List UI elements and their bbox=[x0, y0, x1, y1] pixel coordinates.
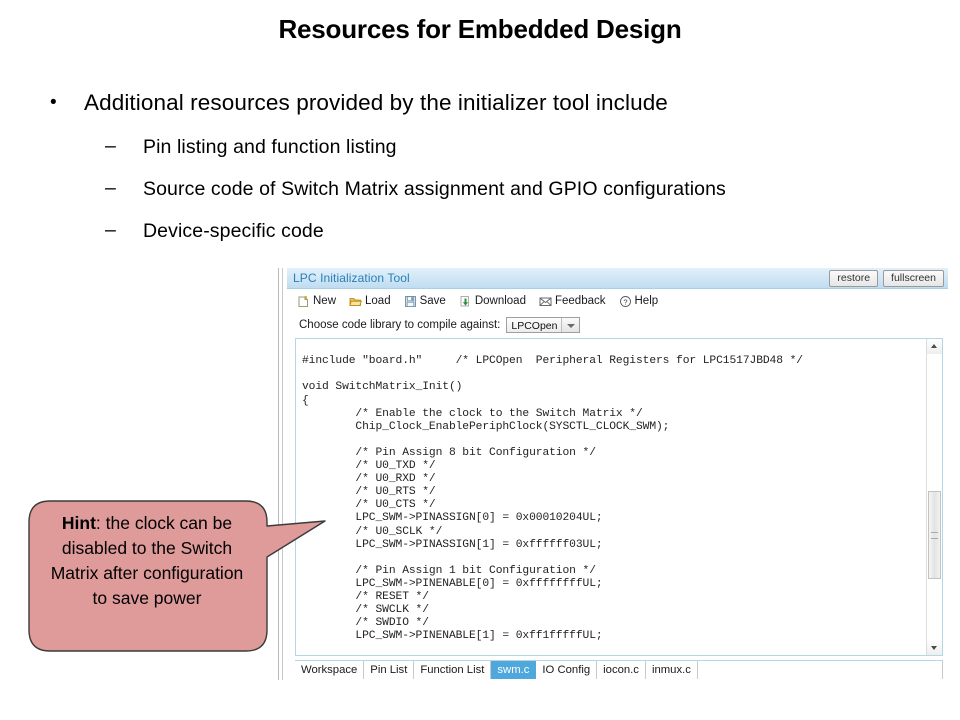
scroll-down-arrow-icon[interactable] bbox=[927, 640, 942, 655]
tab-pin-list[interactable]: Pin List bbox=[364, 661, 415, 679]
toolbar-save-button[interactable]: Save bbox=[404, 295, 446, 308]
tab-swm-c[interactable]: swm.c bbox=[491, 661, 537, 679]
tab-io-config[interactable]: IO Config bbox=[536, 661, 598, 679]
app-toolbar: New Load Save Download Feedback ? Help bbox=[287, 289, 948, 313]
window-titlebar: LPC Initialization Tool restore fullscre… bbox=[287, 268, 948, 289]
lpc-initialization-tool-window: LPC Initialization Tool restore fullscre… bbox=[278, 268, 948, 680]
tab-function-list[interactable]: Function List bbox=[414, 661, 492, 679]
bullet-text: Device-specific code bbox=[143, 220, 324, 242]
hint-callout: Hint: the clock can be disabled to the S… bbox=[28, 500, 328, 655]
bullet-item-level1: • Additional resources provided by the i… bbox=[40, 90, 920, 116]
bullet-item-level2: – Pin listing and function listing bbox=[40, 135, 920, 159]
tabbar-filler bbox=[697, 661, 943, 679]
envelope-icon bbox=[539, 295, 552, 308]
bullet-marker: – bbox=[105, 135, 116, 157]
toolbar-save-label: Save bbox=[419, 295, 446, 307]
bullet-list: • Additional resources provided by the i… bbox=[40, 90, 920, 261]
code-library-row: Choose code library to compile against: … bbox=[287, 313, 948, 337]
code-library-selected-value: LPCOpen bbox=[511, 320, 558, 332]
scrollbar-thumb[interactable] bbox=[928, 491, 941, 579]
code-library-select[interactable]: LPCOpen bbox=[506, 317, 581, 333]
bullet-item-level2: – Device-specific code bbox=[40, 219, 920, 243]
question-circle-icon: ? bbox=[619, 295, 632, 308]
generated-source-code: #include "board.h" /* LPCOpen Peripheral… bbox=[302, 355, 803, 643]
folder-open-icon bbox=[349, 295, 362, 308]
tab-inmux-c[interactable]: inmux.c bbox=[645, 661, 698, 679]
toolbar-download-button[interactable]: Download bbox=[459, 295, 526, 308]
toolbar-new-button[interactable]: New bbox=[297, 295, 336, 308]
toolbar-help-label: Help bbox=[634, 295, 659, 307]
toolbar-new-label: New bbox=[313, 295, 337, 307]
chevron-down-icon[interactable] bbox=[561, 318, 580, 332]
page-title: Resources for Embedded Design bbox=[278, 14, 682, 44]
window-title: LPC Initialization Tool bbox=[293, 271, 410, 285]
fullscreen-button[interactable]: fullscreen bbox=[883, 270, 944, 287]
svg-text:?: ? bbox=[623, 297, 627, 306]
tab-workspace[interactable]: Workspace bbox=[295, 661, 365, 679]
window-controls: restore fullscreen bbox=[829, 270, 944, 287]
toolbar-load-button[interactable]: Load bbox=[349, 295, 391, 308]
bullet-marker: – bbox=[105, 219, 116, 241]
bullet-text: Source code of Switch Matrix assignment … bbox=[143, 178, 726, 200]
editor-tabbar: Workspace Pin List Function List swm.c I… bbox=[295, 660, 943, 679]
toolbar-load-label: Load bbox=[365, 295, 391, 307]
floppy-disk-icon bbox=[404, 295, 417, 308]
download-arrow-icon bbox=[459, 295, 472, 308]
bullet-marker: – bbox=[105, 177, 116, 199]
toolbar-help-button[interactable]: ? Help bbox=[619, 295, 659, 308]
code-editor-panel[interactable]: #include "board.h" /* LPCOpen Peripheral… bbox=[295, 338, 943, 656]
code-vertical-scrollbar[interactable] bbox=[926, 339, 942, 655]
callout-lead: Hint bbox=[61, 513, 96, 533]
restore-button[interactable]: restore bbox=[829, 270, 879, 287]
tab-iocon-c[interactable]: iocon.c bbox=[597, 661, 646, 679]
scroll-up-arrow-icon[interactable] bbox=[927, 339, 942, 354]
bullet-item-level2: – Source code of Switch Matrix assignmen… bbox=[40, 177, 920, 201]
code-library-label: Choose code library to compile against: bbox=[299, 319, 501, 331]
bullet-text: Pin listing and function listing bbox=[143, 136, 397, 158]
toolbar-feedback-button[interactable]: Feedback bbox=[539, 295, 606, 308]
new-file-icon bbox=[297, 295, 310, 308]
callout-text: Hint: the clock can be disabled to the S… bbox=[42, 511, 252, 611]
bullet-text: Additional resources provided by the ini… bbox=[84, 90, 668, 115]
toolbar-feedback-label: Feedback bbox=[554, 295, 606, 307]
bullet-marker: • bbox=[50, 92, 57, 113]
toolbar-download-label: Download bbox=[474, 295, 526, 307]
